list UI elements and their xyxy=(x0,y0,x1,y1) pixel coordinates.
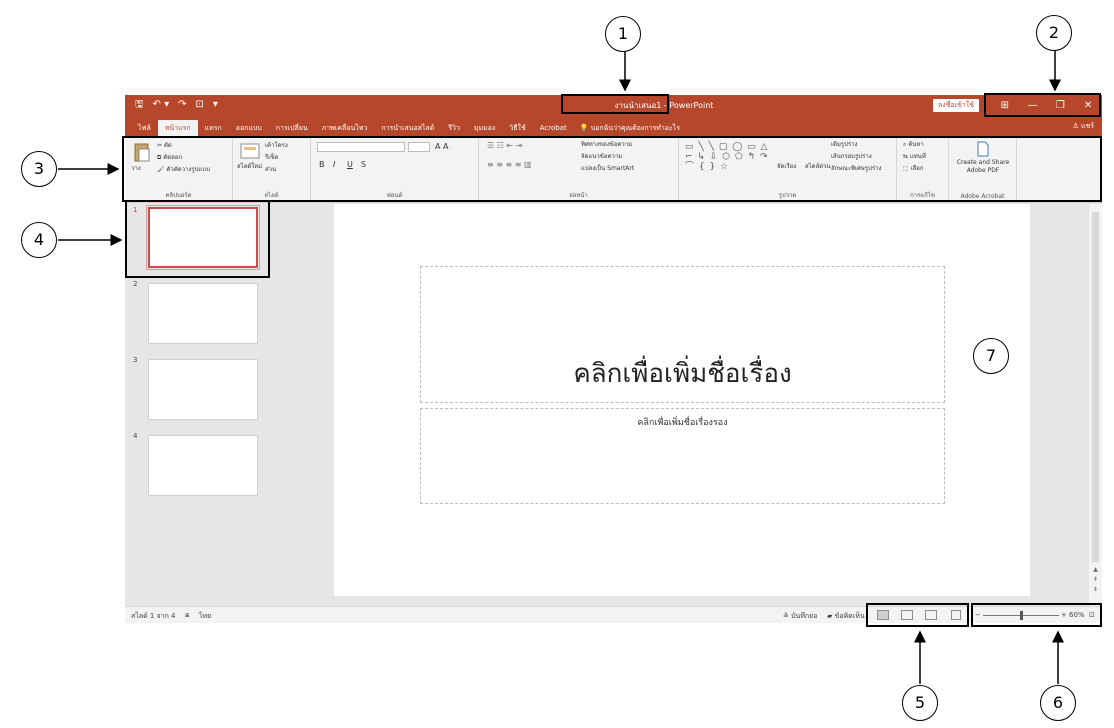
callout-3: 3 xyxy=(21,151,57,187)
callout-arrows xyxy=(58,51,1064,684)
callout-1: 1 xyxy=(605,16,641,52)
callout-6: 6 xyxy=(1040,685,1076,721)
callout-5: 5 xyxy=(902,685,938,721)
callout-7: 7 xyxy=(973,338,1009,374)
callout-4: 4 xyxy=(21,222,57,258)
callout-2: 2 xyxy=(1036,15,1072,51)
